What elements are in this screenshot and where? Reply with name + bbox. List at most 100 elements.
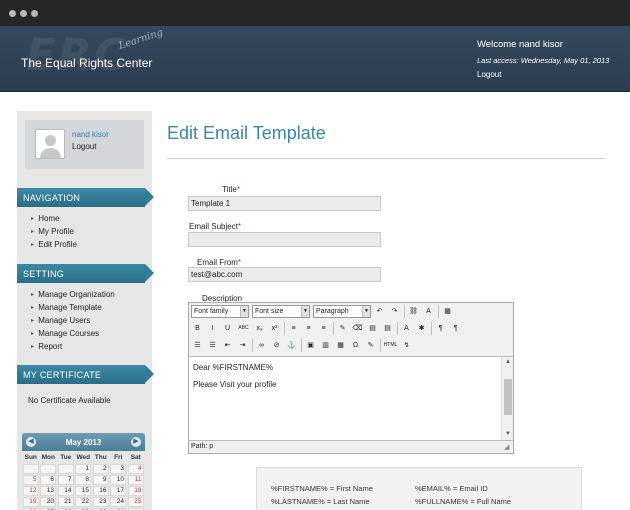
editor-content-area[interactable]: Dear %FIRSTNAME% Please Visit your profi… <box>189 356 501 440</box>
toolbar-button-icon[interactable]: ↶ <box>373 305 386 318</box>
calendar-day[interactable]: 16 <box>92 486 109 496</box>
profile-logout-link[interactable]: Logout <box>72 142 96 151</box>
toolbar-button-icon[interactable]: ≡ <box>302 322 315 335</box>
nav-item-report[interactable]: ▸ Report <box>31 342 62 351</box>
toolbar-button-icon[interactable]: ▥ <box>319 339 332 352</box>
toolbar-button-icon[interactable]: ▤ <box>381 322 394 335</box>
nav-item-edit-profile[interactable]: ▸ Edit Profile <box>31 240 77 249</box>
subject-label-text: Email Subject <box>189 222 238 231</box>
legend-item: %FIRSTNAME% = First Name <box>271 484 373 493</box>
scroll-down-icon[interactable]: ▼ <box>502 429 514 439</box>
toolbar-button-icon[interactable]: ↯ <box>400 339 413 352</box>
toolbar-button-icon[interactable]: ▣ <box>304 339 317 352</box>
toolbar-button-icon[interactable]: ⛓ <box>407 305 420 318</box>
format-select[interactable]: Paragraph ▼ <box>313 305 371 318</box>
toolbar-button-icon[interactable]: ⌫ <box>351 322 364 335</box>
toolbar-button-icon[interactable]: ↷ <box>388 305 401 318</box>
toolbar-button-icon[interactable]: U <box>221 322 234 335</box>
toolbar-button-icon[interactable]: ✎ <box>336 322 349 335</box>
scroll-up-icon[interactable]: ▲ <box>502 357 514 367</box>
calendar-day[interactable]: 2 <box>92 464 109 474</box>
toolbar-button-icon[interactable]: ▦ <box>441 305 454 318</box>
nav-item-label: Manage Organization <box>38 290 115 299</box>
toolbar-button-icon[interactable]: ☰ <box>206 339 219 352</box>
font-family-select[interactable]: Font family ▼ <box>191 305 249 318</box>
toolbar-button-icon[interactable]: ☰ <box>191 339 204 352</box>
editor-scrollbar[interactable]: ▲ ▼ <box>501 356 513 440</box>
profile-name[interactable]: nand kisor <box>72 130 109 139</box>
toolbar-button-icon[interactable]: ✱ <box>415 322 428 335</box>
calendar-day[interactable]: 21 <box>57 497 74 507</box>
resize-handle-icon[interactable]: ◢ <box>504 444 512 452</box>
nav-item-manage-template[interactable]: ▸ Manage Template <box>31 303 102 312</box>
nav-item-manage-users[interactable]: ▸ Manage Users <box>31 316 90 325</box>
calendar-day[interactable]: 15 <box>75 486 91 496</box>
calendar-day[interactable]: 13 <box>40 486 56 496</box>
calendar-day[interactable]: 25 <box>127 497 144 507</box>
toolbar-button-icon[interactable]: ⇤ <box>221 339 234 352</box>
toolbar-button-icon[interactable]: HTML <box>383 339 398 352</box>
calendar-next-icon[interactable]: ▶ <box>131 437 141 447</box>
toolbar-button-icon[interactable]: Ω <box>349 339 362 352</box>
window-dot-icon[interactable] <box>9 10 16 17</box>
toolbar-button-icon[interactable]: ≡ <box>287 322 300 335</box>
toolbar-button-icon[interactable]: I <box>206 322 219 335</box>
calendar-day[interactable]: 7 <box>57 475 74 485</box>
calendar-day[interactable]: 20 <box>40 497 56 507</box>
site-logo[interactable]: The Equal Rights Center <box>21 56 152 70</box>
toolbar-button-icon[interactable]: ⊘ <box>270 339 283 352</box>
calendar-day[interactable] <box>40 464 56 474</box>
toolbar-button-icon[interactable]: ¶ <box>434 322 447 335</box>
font-family-value: Font family <box>194 308 229 315</box>
toolbar-separator <box>397 322 398 335</box>
toolbar-button-icon[interactable]: ⚓ <box>285 339 298 352</box>
calendar-day[interactable]: 18 <box>127 486 144 496</box>
calendar-day[interactable]: 8 <box>75 475 91 485</box>
calendar-day[interactable]: 23 <box>92 497 109 507</box>
toolbar-button-icon[interactable]: ⇥ <box>236 339 249 352</box>
toolbar-button-icon[interactable]: A <box>400 322 413 335</box>
calendar-day[interactable]: 9 <box>92 475 109 485</box>
toolbar-button-icon[interactable]: x₂ <box>253 322 266 335</box>
toolbar-button-icon[interactable]: ∞ <box>255 339 268 352</box>
calendar-day[interactable]: 11 <box>127 475 144 485</box>
nav-item-my-profile[interactable]: ▸ My Profile <box>31 227 74 236</box>
calendar-day[interactable]: 10 <box>110 475 126 485</box>
nav-item-manage-organization[interactable]: ▸ Manage Organization <box>31 290 115 299</box>
toolbar-button-icon[interactable]: A <box>422 305 435 318</box>
title-input[interactable]: Template 1 <box>188 196 381 211</box>
calendar-day[interactable] <box>22 464 39 474</box>
nav-item-home[interactable]: ▸ Home <box>31 214 60 223</box>
calendar-day[interactable]: 12 <box>22 486 39 496</box>
email-from-input[interactable]: test@abc.com <box>188 267 381 282</box>
calendar-day[interactable]: 6 <box>40 475 56 485</box>
calendar-day[interactable] <box>57 464 74 474</box>
email-subject-input[interactable] <box>188 232 381 247</box>
calendar-day[interactable]: 3 <box>110 464 126 474</box>
calendar-day[interactable]: 19 <box>22 497 39 507</box>
window-dot-icon[interactable] <box>31 10 38 17</box>
calendar-day[interactable]: 5 <box>22 475 39 485</box>
calendar-day[interactable]: 22 <box>75 497 91 507</box>
calendar-day[interactable]: 1 <box>75 464 91 474</box>
toolbar-button-icon[interactable]: ▦ <box>334 339 347 352</box>
toolbar-button-icon[interactable]: B <box>191 322 204 335</box>
toolbar-button-icon[interactable]: x² <box>268 322 281 335</box>
scrollbar-thumb[interactable] <box>504 379 512 415</box>
calendar-day[interactable]: 4 <box>127 464 144 474</box>
calendar-day[interactable]: 14 <box>57 486 74 496</box>
font-size-select[interactable]: Font size ▼ <box>252 305 310 318</box>
window-dot-icon[interactable] <box>20 10 27 17</box>
editor-status-bar: Path: p ◢ <box>189 440 513 453</box>
toolbar-button-icon[interactable]: ¶ <box>449 322 462 335</box>
toolbar-button-icon[interactable]: ≡ <box>317 322 330 335</box>
header-logout-link[interactable]: Logout <box>477 70 501 79</box>
calendar-day[interactable]: 24 <box>110 497 126 507</box>
toolbar-button-icon[interactable]: ABC <box>236 322 251 335</box>
calendar-weekday: Tue <box>60 454 72 461</box>
toolbar-button-icon[interactable]: ✎ <box>364 339 377 352</box>
nav-item-manage-courses[interactable]: ▸ Manage Courses <box>31 329 99 338</box>
toolbar-button-icon[interactable]: ▤ <box>366 322 379 335</box>
calendar-day[interactable]: 17 <box>110 486 126 496</box>
certificate-section-header: MY CERTIFICATE <box>17 365 154 384</box>
